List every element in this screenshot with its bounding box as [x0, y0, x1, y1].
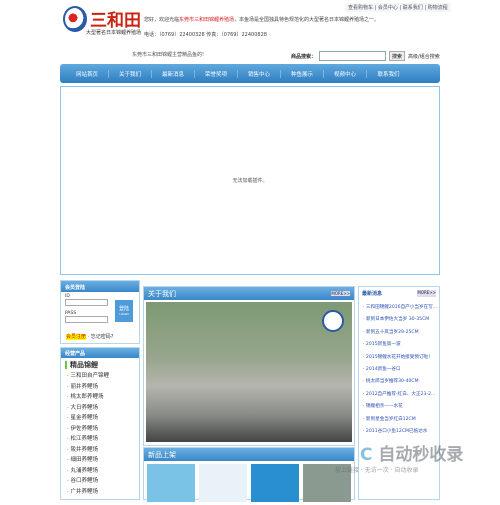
password-input[interactable] — [65, 316, 108, 323]
product-link[interactable]: · 三和田自产锦鲤 — [67, 373, 139, 379]
news-item[interactable]: · 2015新鱼第一波 — [363, 341, 439, 347]
contact-phone: 电话：（0769）22400328 传真：（0769）22400828 — [144, 32, 267, 38]
login-button-sub: LOGIN — [119, 312, 129, 316]
product-link[interactable]: · 丸浦养鲤场 — [67, 468, 139, 474]
product-link[interactable]: · 桃太郎养鲤场 — [67, 394, 139, 400]
watermark-tagline: 放上链接 · 无访一次 · 自动收录 — [335, 467, 419, 474]
news-item[interactable]: · 2014新鱼一谷口 — [363, 366, 439, 372]
news-item[interactable]: · 2011谷口小鱼12CM已抵达水 — [363, 428, 439, 434]
nav-contact[interactable]: 联系我们 — [367, 70, 410, 78]
nav-sales[interactable]: 销售中心 — [238, 69, 281, 78]
product-link[interactable]: · 谷口养鲤场 — [67, 478, 139, 484]
welcome-text: 您好，欢迎光临东莞市三和田锦鲤养殖场，本鱼场是全国独具特色规范化的大型著名日本锦… — [144, 16, 379, 23]
brand-subtitle: 大型著名日本锦鲤养殖场 — [86, 30, 142, 36]
forgot-password-link[interactable]: · 忘记密码? — [88, 334, 114, 340]
product-link[interactable]: · 伊佐养鲤场 — [67, 426, 139, 432]
about-panel: 关于我们 MORE>> — [143, 286, 355, 446]
product-link[interactable]: · 广井养鲤场 — [67, 489, 139, 495]
login-button[interactable]: 登陆 LOGIN — [115, 300, 133, 322]
news-item[interactable]: · 锦鲤相亲——水花 — [363, 403, 439, 409]
brand-name: 三和田 — [90, 11, 141, 31]
nav-honors[interactable]: 荣誉奖项 — [195, 69, 238, 78]
news-item[interactable]: · 新到星金当岁红白12CM — [363, 416, 439, 422]
new-products-title: 新品上架 — [148, 450, 176, 459]
new-products-panel: 新品上架 — [143, 447, 355, 502]
news-item[interactable]: · 新到五十岚当岁29-25CM — [363, 329, 439, 335]
plugin-message: 无法加载插件。 — [232, 178, 268, 184]
news-item[interactable]: · 桃太郎当岁推荐30-40CM — [363, 378, 439, 384]
notice-text: 东莞市三和田锦鲤主营精品鱼的! — [132, 52, 205, 58]
product-thumb[interactable] — [251, 464, 299, 502]
about-photo — [146, 302, 352, 442]
news-item[interactable]: · 2015锦鲤水花开始接受预订啦！ — [363, 354, 439, 360]
nav-about[interactable]: 关于我们 — [109, 69, 152, 78]
product-link[interactable]: · 阪井养鲤场 — [67, 447, 139, 453]
plugin-area: 无法加载插件。 — [60, 86, 440, 275]
nav-showcase[interactable]: 种鱼展示 — [281, 69, 324, 78]
watermark-logo: C 自动秒收录 — [360, 445, 464, 465]
search-input[interactable] — [319, 51, 387, 61]
products-title: 经营产品 — [61, 348, 139, 358]
register-row: 会员注册 · 忘记密码? — [66, 333, 113, 340]
news-title: 最新消息 — [362, 291, 383, 297]
advanced-search-link[interactable]: 高级/组合搜索 — [408, 53, 440, 60]
product-link[interactable]: · 细田养鲤场 — [67, 457, 139, 463]
products-heading: 精品锦鲤 — [65, 361, 139, 369]
product-link[interactable]: · 星金养鲤场 — [67, 415, 139, 421]
welcome-pre: 您好，欢迎光临 — [144, 17, 180, 23]
top-links[interactable]: 查看购物车 | 会员中心 | 联系我们 | 购物流程 — [345, 3, 451, 12]
news-item[interactable]: · 三和田锦鲤2016自产小当岁在写... — [363, 304, 439, 310]
welcome-post: ，本鱼场是全国独具特色规范化的大型著名日本锦鲤养殖场之一。 — [234, 17, 380, 23]
search-bar: 商品搜索： 搜索 高级/组合搜索 — [291, 51, 440, 61]
id-input[interactable] — [65, 299, 108, 306]
about-more-link[interactable]: MORE>> — [331, 291, 350, 296]
news-item[interactable]: · 2012自产推荐-红白、大正23-2... — [363, 391, 439, 397]
search-button[interactable]: 搜索 — [389, 51, 406, 61]
photo-logo-icon — [322, 310, 344, 332]
product-thumb[interactable] — [147, 464, 195, 502]
main-nav: 网站首页 关于我们 最新消息 荣誉奖项 销售中心 种鱼展示 视频中心 联系我们 — [60, 64, 440, 83]
register-link[interactable]: 会员注册 — [66, 334, 87, 340]
nav-video[interactable]: 视频中心 — [324, 69, 367, 78]
product-thumb[interactable] — [199, 464, 247, 502]
news-item[interactable]: · 新到日本伊佐大当岁 30-35CM — [363, 316, 439, 322]
welcome-link[interactable]: 东莞市三和田锦鲤养殖场 — [179, 17, 234, 23]
login-button-label: 登陆 — [118, 306, 129, 312]
nav-home[interactable]: 网站首页 — [66, 69, 109, 78]
products-panel: 经营产品 精品锦鲤 · 三和田自产锦鲤 · 丽井养鲤场 · 桃太郎养鲤场 · 大… — [60, 347, 140, 500]
search-label: 商品搜索： — [291, 53, 317, 60]
news-more-link[interactable]: MORE>> — [417, 290, 436, 297]
nav-news[interactable]: 最新消息 — [152, 69, 195, 78]
login-title: 会员登陆 — [61, 281, 139, 292]
product-link[interactable]: · 大日养鲤场 — [67, 405, 139, 411]
product-link[interactable]: · 丽井养鲤场 — [67, 384, 139, 390]
about-title: 关于我们 — [148, 289, 176, 298]
product-link[interactable]: · 松江养鲤场 — [67, 436, 139, 442]
logo-koi-icon — [63, 6, 87, 32]
